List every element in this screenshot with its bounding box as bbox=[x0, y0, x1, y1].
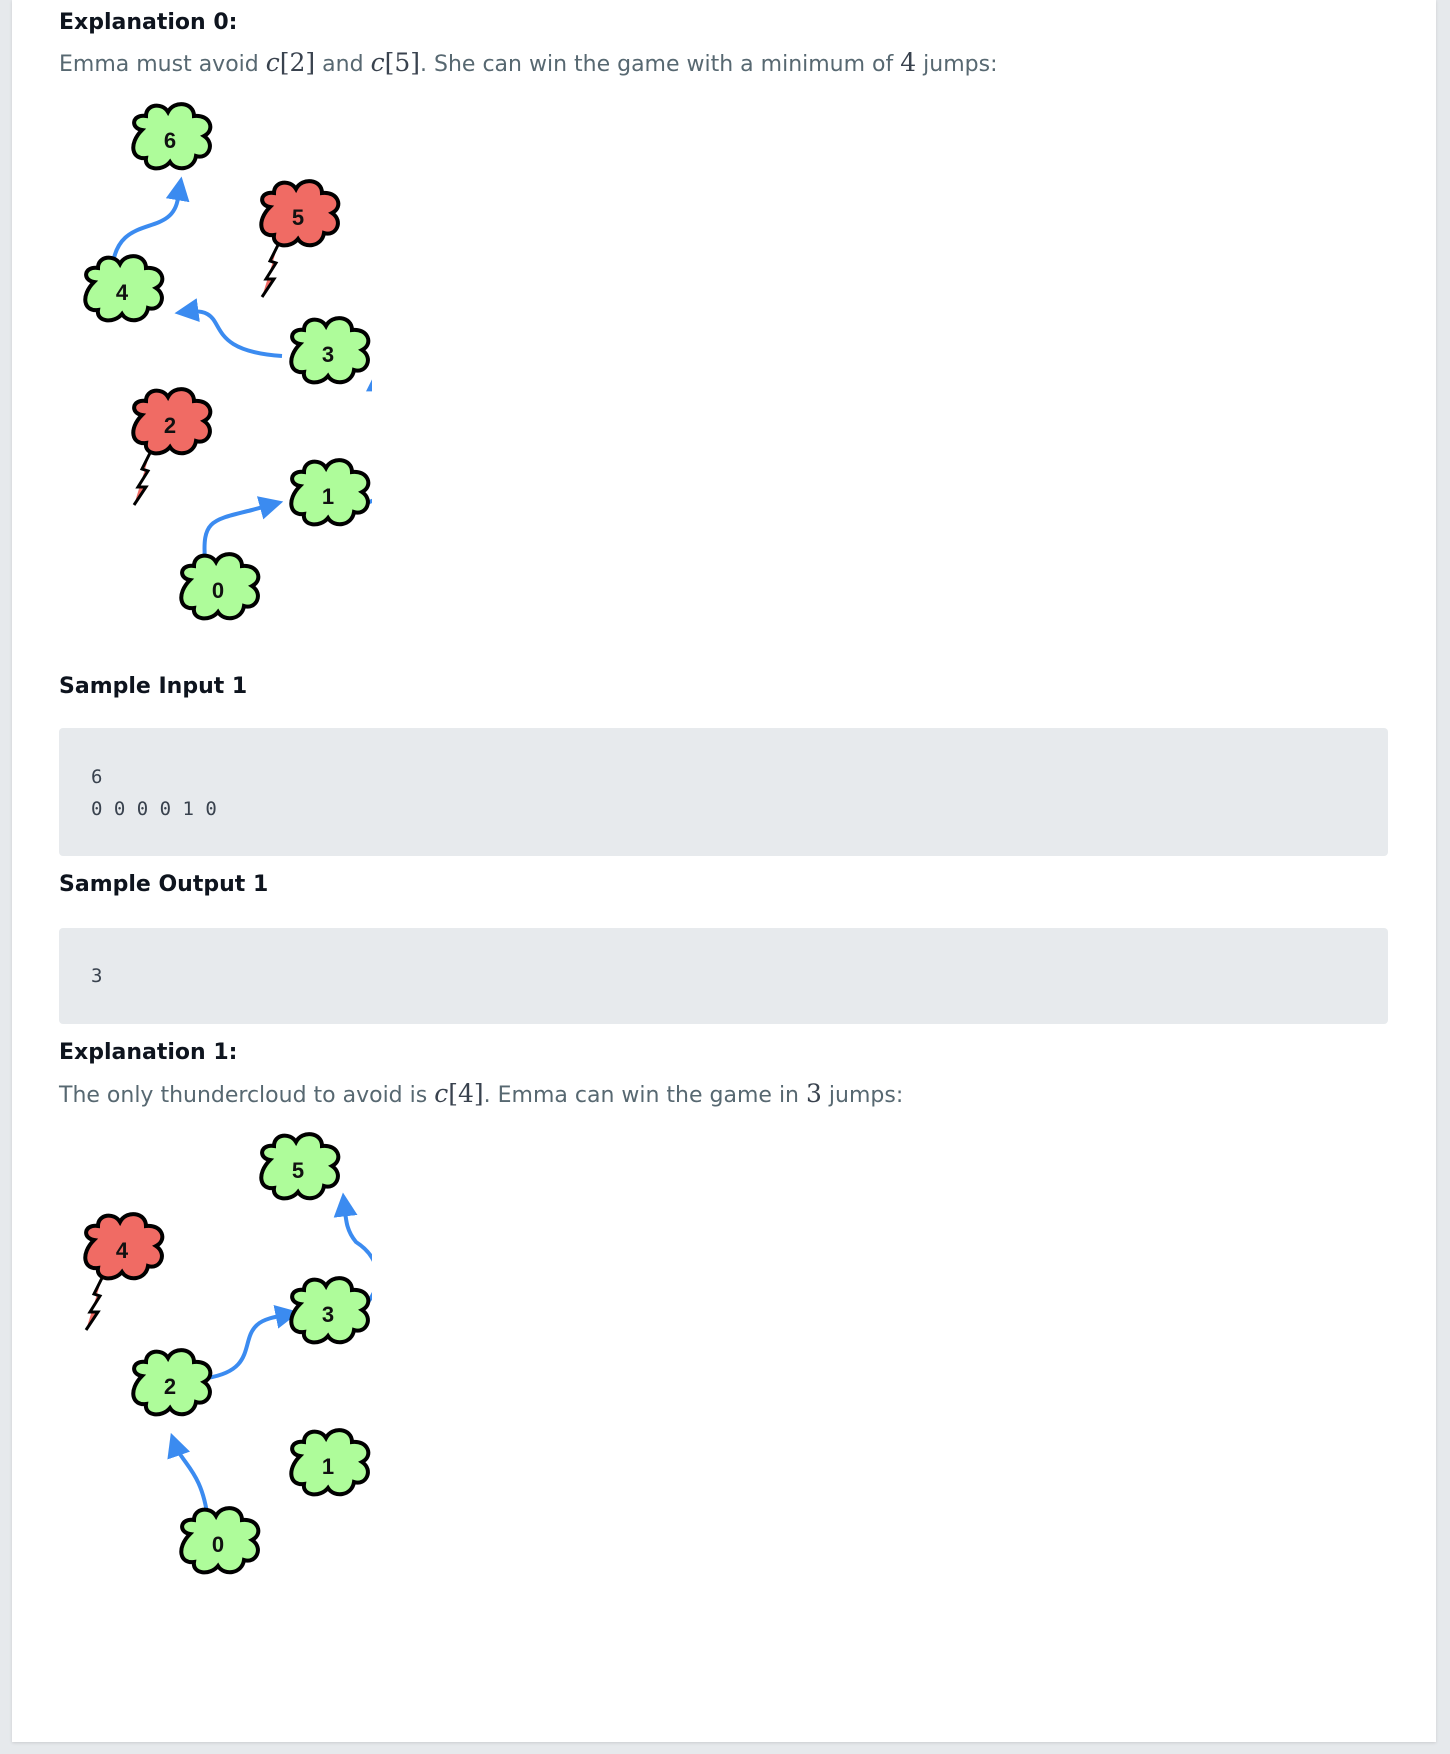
cloud-5: 5 bbox=[259, 1132, 341, 1201]
explanation-1-heading: Explanation 1: bbox=[59, 1040, 238, 1065]
svg-text:1: 1 bbox=[322, 1454, 334, 1479]
svg-text:0: 0 bbox=[212, 1532, 224, 1557]
cloud-1: 1 bbox=[289, 458, 371, 527]
svg-text:4: 4 bbox=[116, 1238, 129, 1263]
svg-text:2: 2 bbox=[164, 1374, 176, 1399]
svg-text:5: 5 bbox=[292, 205, 304, 230]
cloud-1: 1 bbox=[289, 1428, 371, 1497]
math-4: 4 bbox=[900, 48, 917, 77]
explanation-1-text-part: The only thundercloud to avoid is bbox=[59, 1083, 435, 1108]
cloud-4: 4 bbox=[83, 254, 165, 323]
jump-arrow-0-1 bbox=[202, 496, 284, 561]
explanation-0-heading: Explanation 0: bbox=[59, 10, 238, 35]
sample-output-1-code: 3 bbox=[91, 965, 103, 987]
jump-diagram-0: 6 5 4 3 2 1 0 bbox=[83, 102, 372, 621]
sample-input-1-heading: Sample Input 1 bbox=[59, 674, 248, 699]
cloud-0: 0 bbox=[179, 1506, 261, 1575]
svg-text:3: 3 bbox=[322, 1302, 334, 1327]
sample-input-1-code: 6 0 0 0 0 1 0 bbox=[91, 766, 217, 820]
svg-text:3: 3 bbox=[322, 342, 334, 367]
sample-output-1-box: 3 bbox=[59, 928, 1388, 1024]
explanation-1-text-part: jumps: bbox=[821, 1083, 904, 1108]
lightning-icon bbox=[132, 452, 152, 506]
explanation-0-text-part: jumps: bbox=[916, 52, 998, 77]
svg-text:1: 1 bbox=[322, 484, 334, 509]
cloud-2: 2 bbox=[131, 1348, 213, 1417]
cloud-0: 0 bbox=[179, 552, 261, 621]
svg-text:2: 2 bbox=[164, 413, 176, 438]
svg-text:6: 6 bbox=[164, 128, 176, 153]
lightning-icon bbox=[260, 244, 280, 298]
explanation-1-text: The only thundercloud to avoid is c[4]. … bbox=[59, 1079, 903, 1108]
sample-output-1-heading: Sample Output 1 bbox=[59, 872, 269, 897]
jump-arrow-3-4 bbox=[174, 298, 283, 358]
svg-text:5: 5 bbox=[292, 1158, 304, 1183]
cloud-6: 6 bbox=[131, 102, 213, 171]
cloud-3: 3 bbox=[289, 316, 371, 385]
math-c4: c[4] bbox=[434, 1079, 484, 1108]
sample-input-1-box: 6 0 0 0 0 1 0 bbox=[59, 728, 1388, 856]
explanation-0-text-part: and bbox=[315, 52, 371, 77]
thundercloud-4: 4 bbox=[83, 1212, 165, 1331]
math-c2: c[2] bbox=[265, 48, 316, 77]
cloud-3: 3 bbox=[289, 1276, 371, 1345]
svg-text:0: 0 bbox=[212, 578, 224, 603]
thundercloud-5: 5 bbox=[259, 179, 341, 298]
math-3: 3 bbox=[806, 1079, 822, 1108]
jump-arrow-2-3 bbox=[206, 1305, 300, 1380]
thundercloud-2: 2 bbox=[131, 387, 213, 506]
explanation-0-text: Emma must avoid c[2] and c[5]. She can w… bbox=[59, 48, 997, 77]
math-c5: c[5] bbox=[370, 48, 421, 77]
explanation-1-text-part: . Emma can win the game in bbox=[483, 1083, 806, 1108]
lightning-icon bbox=[84, 1277, 104, 1331]
jump-arrow-4-6 bbox=[110, 176, 190, 271]
explanation-0-text-part: Emma must avoid bbox=[59, 52, 266, 77]
problem-card: Explanation 0: Emma must avoid c[2] and … bbox=[12, 0, 1436, 1742]
jump-diagram-1: 5 4 3 2 1 0 bbox=[83, 1132, 372, 1575]
svg-text:4: 4 bbox=[116, 280, 129, 305]
explanation-0-text-part: . She can win the game with a minimum of bbox=[420, 52, 901, 77]
